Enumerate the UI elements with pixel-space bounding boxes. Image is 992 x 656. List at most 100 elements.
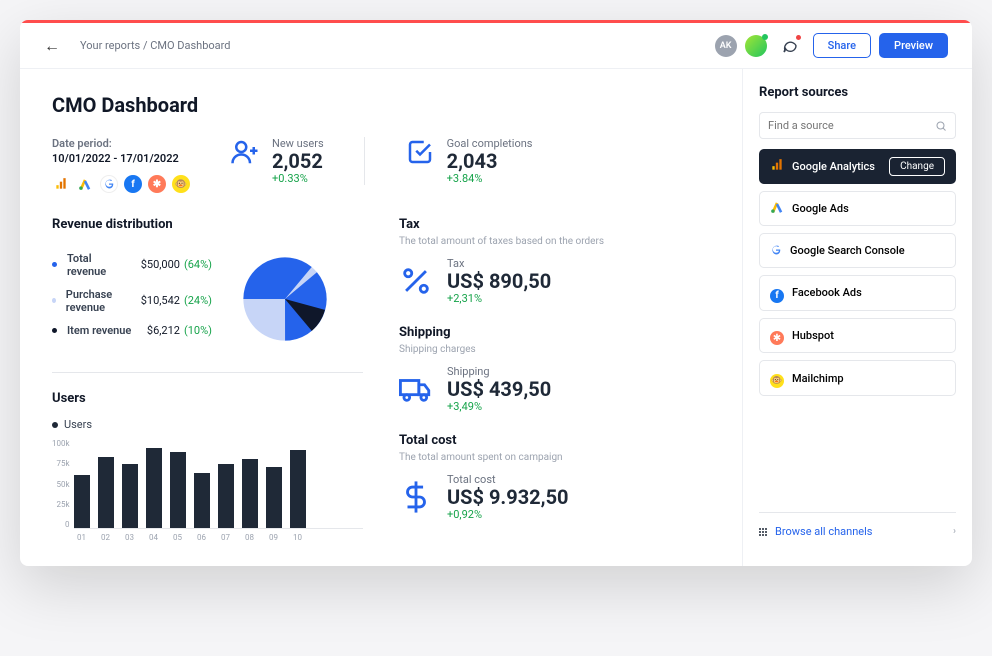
- total-title: Total cost: [399, 433, 710, 448]
- source-icons: f ✱ 🐵: [52, 175, 190, 193]
- browse-all-channels[interactable]: Browse all channels ›: [759, 512, 956, 550]
- google-ads-icon: [76, 175, 94, 193]
- right-column: Tax The total amount of taxes based on t…: [399, 217, 710, 542]
- source-name: Google Ads: [792, 202, 945, 215]
- avatar-user[interactable]: [745, 35, 767, 57]
- source-search[interactable]: [759, 112, 956, 139]
- header: ← Your reports / CMO Dashboard AK Share …: [20, 23, 972, 69]
- sidebar-title: Report sources: [759, 85, 956, 100]
- change-button[interactable]: Change: [889, 157, 945, 176]
- kpi-goal-completions: Goal completions 2,043 +3.84%: [405, 137, 533, 193]
- grid-icon: [759, 528, 767, 536]
- source-icon: f: [770, 283, 784, 303]
- source-name: Google Search Console: [790, 244, 945, 257]
- browse-label: Browse all channels: [775, 525, 872, 538]
- mailchimp-icon: 🐵: [172, 175, 190, 193]
- facebook-icon: f: [124, 175, 142, 193]
- legend-row: Item revenue$6,212 (10%): [52, 324, 212, 337]
- main-content: CMO Dashboard Date period: 10/01/2022 - …: [20, 69, 742, 566]
- source-name: Google Analytics: [792, 160, 881, 173]
- tax-subtitle: The total amount of taxes based on the o…: [399, 236, 710, 247]
- date-period: Date period: 10/01/2022 - 17/01/2022 f ✱…: [52, 137, 190, 193]
- source-item-mailchimp[interactable]: 🐵 Mailchimp: [759, 360, 956, 396]
- users-title: Users: [52, 391, 363, 406]
- bar: [194, 473, 210, 528]
- shipping-title: Shipping: [399, 325, 710, 340]
- header-actions: AK Share Preview: [715, 33, 948, 58]
- notification-dot: [796, 35, 801, 40]
- revenue-legend: Total revenue$50,000 (64%) Purchase reven…: [52, 252, 212, 347]
- total-delta: +0,92%: [447, 508, 569, 521]
- shipping-subtitle: Shipping charges: [399, 344, 710, 355]
- source-icon: 🐵: [770, 368, 784, 388]
- google-analytics-icon: [52, 175, 70, 193]
- bar: [74, 475, 90, 528]
- preview-button[interactable]: Preview: [879, 33, 948, 58]
- bar: [170, 452, 186, 528]
- bar: [218, 464, 234, 528]
- app-window: ← Your reports / CMO Dashboard AK Share …: [20, 20, 972, 566]
- bar: [266, 467, 282, 528]
- total-value: US$ 9.932,50: [447, 486, 569, 508]
- users-bar-chart: 100k75k50k25k0 01020304050607080910: [52, 439, 363, 542]
- shipping-delta: +3,49%: [447, 400, 551, 413]
- dollar-icon: [399, 480, 433, 514]
- source-name: Hubspot: [792, 329, 945, 342]
- date-label: Date period:: [52, 137, 190, 150]
- legend-row: Total revenue$50,000 (64%): [52, 252, 212, 278]
- source-icon: [770, 157, 784, 176]
- kpi-new-users: New users 2,052 +0.33%: [230, 137, 324, 193]
- kpi-value: 2,043: [447, 150, 533, 172]
- check-square-icon: [405, 137, 435, 167]
- bar: [290, 450, 306, 528]
- percent-icon: [399, 264, 433, 298]
- users-legend: Users: [52, 418, 363, 431]
- source-item-google-ads[interactable]: Google Ads: [759, 191, 956, 226]
- source-item-google-analytics[interactable]: Google Analytics Change: [759, 149, 956, 184]
- revenue-pie-chart: [230, 244, 340, 354]
- date-value: 10/01/2022 - 17/01/2022: [52, 152, 190, 165]
- revenue-title: Revenue distribution: [52, 217, 363, 232]
- source-item-hubspot[interactable]: ✱ Hubspot: [759, 318, 956, 354]
- tax-delta: +2,31%: [447, 292, 551, 305]
- google-icon: [100, 175, 118, 193]
- user-plus-icon: [230, 137, 260, 167]
- separator: [364, 137, 365, 185]
- avatar-ak[interactable]: AK: [715, 35, 737, 57]
- tax-section: Tax The total amount of taxes based on t…: [399, 217, 710, 305]
- source-icon: ✱: [770, 326, 784, 346]
- left-column: Revenue distribution Total revenue$50,00…: [52, 217, 363, 542]
- legend-row: Purchase revenue$10,542 (24%): [52, 288, 212, 314]
- truck-icon: [399, 372, 433, 406]
- chat-icon[interactable]: [781, 37, 799, 55]
- shipping-value: US$ 439,50: [447, 378, 551, 400]
- total-cost-section: Total cost The total amount spent on cam…: [399, 433, 710, 521]
- bar: [146, 448, 162, 528]
- breadcrumb[interactable]: Your reports / CMO Dashboard: [80, 39, 715, 52]
- chevron-right-icon: ›: [953, 526, 956, 537]
- tax-title: Tax: [399, 217, 710, 232]
- back-button[interactable]: ←: [44, 36, 60, 56]
- source-icon: [770, 241, 782, 260]
- source-icon: [770, 199, 784, 218]
- kpi-delta: +3.84%: [447, 172, 533, 185]
- hubspot-icon: ✱: [148, 175, 166, 193]
- bar: [98, 457, 114, 528]
- share-button[interactable]: Share: [813, 33, 871, 58]
- kpi-row: Date period: 10/01/2022 - 17/01/2022 f ✱…: [52, 137, 710, 193]
- source-item-google-search-console[interactable]: Google Search Console: [759, 233, 956, 268]
- sidebar: Report sources Google AnalyticsChangeGoo…: [742, 69, 972, 566]
- search-icon: [935, 120, 947, 132]
- bar: [122, 464, 138, 528]
- source-name: Facebook Ads: [792, 286, 945, 299]
- tax-value: US$ 890,50: [447, 270, 551, 292]
- source-item-facebook-ads[interactable]: f Facebook Ads: [759, 275, 956, 311]
- kpi-delta: +0.33%: [272, 172, 324, 185]
- source-name: Mailchimp: [792, 372, 945, 385]
- bar: [242, 459, 258, 528]
- total-subtitle: The total amount spent on campaign: [399, 452, 710, 463]
- shipping-section: Shipping Shipping charges Shipping US$ 4…: [399, 325, 710, 413]
- page-title: CMO Dashboard: [52, 93, 710, 117]
- search-input[interactable]: [768, 119, 935, 132]
- kpi-value: 2,052: [272, 150, 324, 172]
